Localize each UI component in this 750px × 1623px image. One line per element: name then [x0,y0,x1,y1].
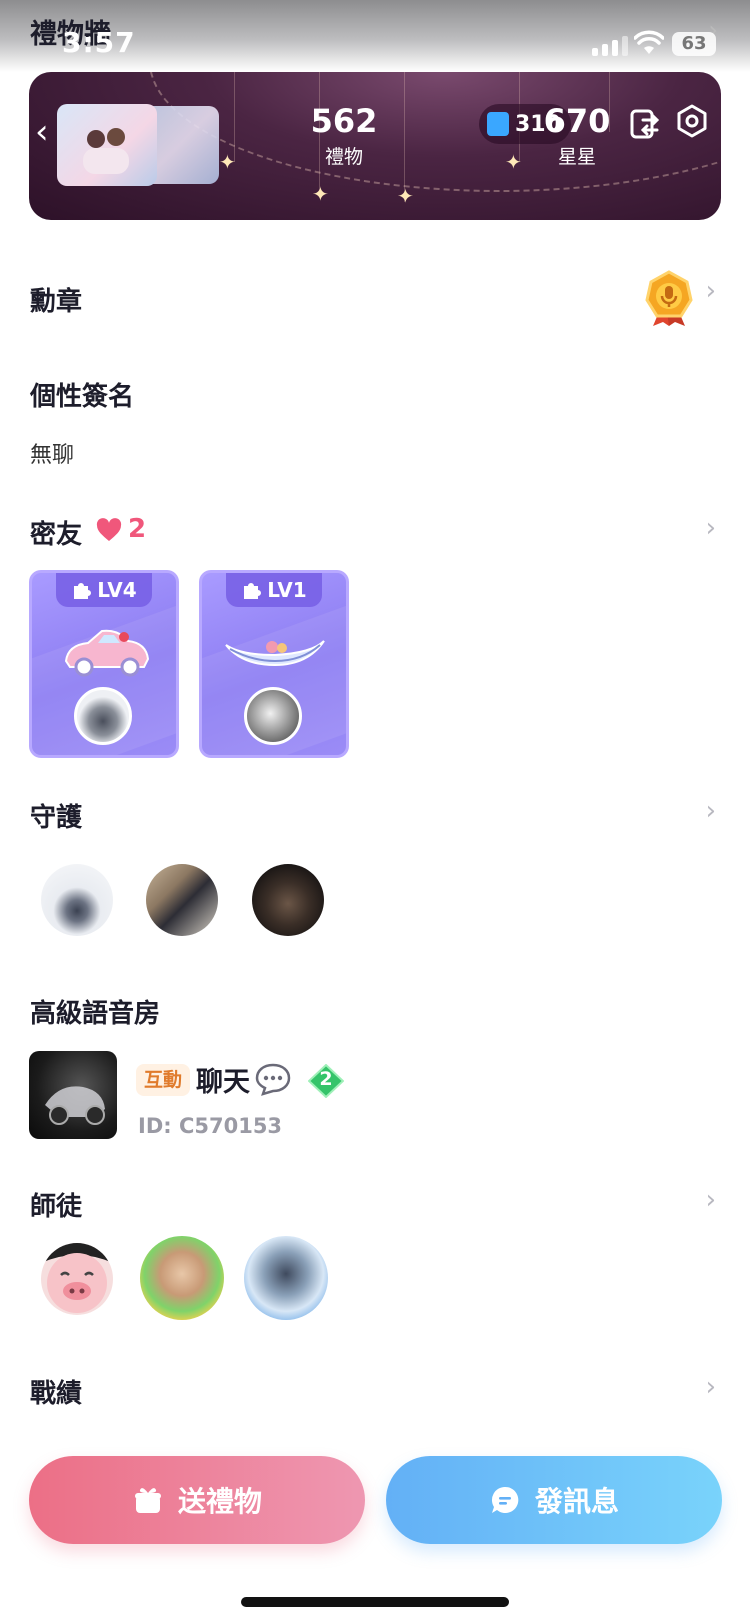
puzzle-icon [244,583,262,599]
status-time: 3:57 [62,26,136,59]
swap-icon[interactable] [629,108,661,140]
heart-icon [96,518,122,541]
guardian-title: 守護 [30,803,83,833]
guardian-avatar[interactable] [146,864,218,936]
sparkle-icon: ✦ [397,184,414,208]
wifi-icon [634,30,664,54]
close-friends-chevron-icon[interactable]: › [706,513,716,543]
puzzle-icon [74,583,92,599]
gondola-boat-icon [225,640,325,667]
medals-title: 勳章 [30,287,83,317]
home-indicator [241,1597,509,1607]
gifts-stat: 562 禮物 [309,102,379,169]
apprentice-avatar[interactable] [244,1236,328,1320]
send-gift-button[interactable]: 送禮物 [29,1456,365,1544]
gifts-label: 禮物 [324,146,363,168]
stars-count: 670 [543,102,611,140]
guardian-avatar[interactable] [252,864,324,936]
close-friends-count: 2 [128,514,147,544]
premium-room-title: 高級語音房 [30,999,161,1029]
medals-chevron-icon[interactable]: › [706,276,716,306]
records-chevron-icon[interactable]: › [706,1372,716,1402]
battery-icon: 63 [672,32,716,56]
room-id: ID: C570153 [138,1114,283,1138]
close-friends-title: 密友 [30,520,83,550]
shirt-icon [487,112,509,136]
pink-car-icon [64,629,150,677]
gifts-count: 562 [310,102,378,140]
signature-title: 個性簽名 [30,382,135,412]
friend-level: LV4 [97,578,137,602]
sparkle-icon: ✦ [505,150,522,174]
mentor-avatar[interactable] [41,1243,113,1315]
chevron-left-icon[interactable]: ‹ [35,112,49,152]
close-friend-card[interactable]: LV4 [29,570,179,758]
gift-wall-banner[interactable]: ✦ ✦ ✦ ✦ ‹ 562 禮物 310 670 星星 [29,72,721,220]
mentorship-chevron-icon[interactable]: › [706,1185,716,1215]
friend-level: LV1 [267,578,307,602]
cellular-signal-icon [592,36,628,56]
gift-box-icon [134,1488,161,1513]
friend-avatar[interactable] [244,687,302,745]
guardian-chevron-icon[interactable]: › [706,796,716,826]
room-name[interactable]: 聊天 [196,1060,250,1099]
settings-icon[interactable] [675,104,709,138]
signature-text: 無聊 [30,443,75,468]
friend-avatar[interactable] [74,687,132,745]
chat-bubble-icon [255,1063,291,1096]
room-level: 2 [319,1068,333,1090]
records-title: 戰績 [30,1379,83,1409]
room-level-badge: 2 [308,1064,344,1098]
send-gift-label: 送禮物 [177,1485,262,1518]
send-message-button[interactable]: 發訊息 [386,1456,722,1544]
send-message-label: 發訊息 [534,1485,619,1518]
sparkle-icon: ✦ [219,150,236,174]
guardian-avatar[interactable] [41,864,113,936]
microphone-medal-icon[interactable] [643,270,695,326]
room-thumbnail[interactable] [29,1051,117,1139]
sparkle-icon: ✦ [312,182,329,206]
stars-label: 星星 [557,146,596,168]
message-icon [491,1486,519,1513]
stars-stat: 670 星星 [537,102,617,169]
friend-level-badge: LV1 [226,573,322,607]
mentorship-title: 師徒 [30,1192,83,1222]
apprentice-avatar[interactable] [140,1236,224,1320]
gift-thumbnail[interactable] [57,104,157,186]
close-friend-card[interactable]: LV1 [199,570,349,758]
room-tag: 互動 [136,1064,191,1096]
friend-level-badge: LV4 [56,573,152,607]
